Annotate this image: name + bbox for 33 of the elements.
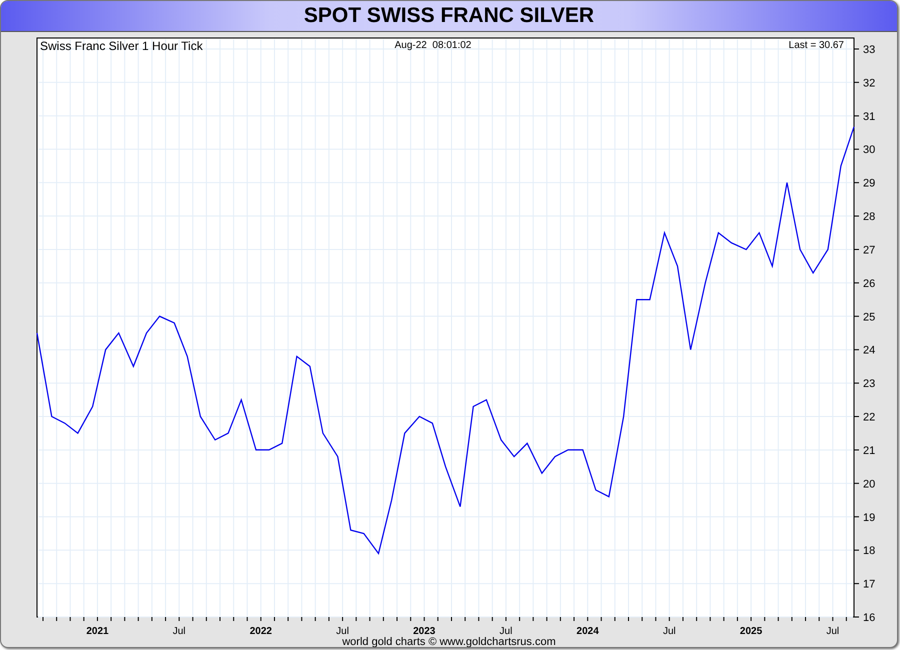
x-tick-label: Jul xyxy=(826,626,840,635)
y-tick-label: 18 xyxy=(863,545,876,558)
y-tick-label: 31 xyxy=(863,110,876,123)
x-tick-label: Jul xyxy=(336,626,349,635)
x-tick-label: 2021 xyxy=(86,626,109,635)
footer-credit: world gold charts © www.goldchartsrus.com xyxy=(342,636,556,647)
y-tick-label: 26 xyxy=(863,278,876,290)
y-tick-label: 27 xyxy=(863,244,876,256)
series-caption: Swiss Franc Silver 1 Hour Tick xyxy=(40,39,203,53)
x-tick-label: Jul xyxy=(500,626,512,635)
y-tick-label: 22 xyxy=(863,412,876,424)
x-tick-label: Jul xyxy=(662,626,676,635)
y-tick-label: 25 xyxy=(863,311,876,324)
y-tick-label: 17 xyxy=(863,578,876,591)
y-tick-label: 23 xyxy=(863,378,876,390)
y-tick-label: 30 xyxy=(863,144,876,156)
y-tick-label: 19 xyxy=(863,512,876,524)
y-tick-label: 24 xyxy=(863,344,876,357)
x-tick-label: 2023 xyxy=(413,626,436,635)
y-tick-label: 28 xyxy=(863,211,876,224)
y-tick-label: 20 xyxy=(863,478,876,490)
x-tick-label: Jul xyxy=(172,626,186,635)
y-tick-label: 29 xyxy=(863,178,876,190)
y-tick-label: 16 xyxy=(863,612,876,624)
x-tick-label: 2025 xyxy=(740,626,762,635)
last-price: Last = 30.67 xyxy=(788,40,844,51)
y-tick-label: 21 xyxy=(863,444,876,457)
x-tick-label: 2022 xyxy=(250,626,272,635)
y-tick-label: 32 xyxy=(863,77,876,90)
x-tick-label: 2024 xyxy=(576,626,599,635)
y-tick-label: 33 xyxy=(863,44,876,56)
chart-title: SPOT SWISS FRANC SILVER xyxy=(304,4,594,28)
timestamp: Aug-22 08:01:02 xyxy=(394,40,472,51)
